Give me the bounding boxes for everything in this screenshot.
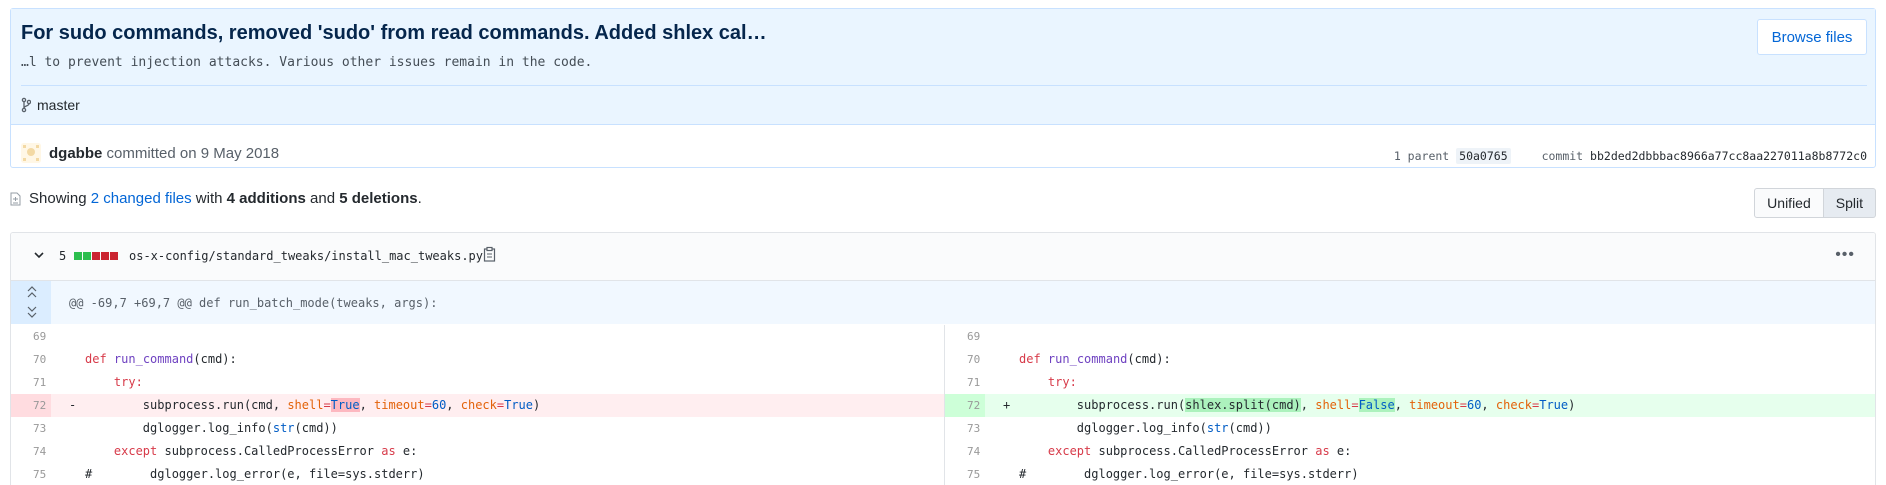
- diff-left-line: 75 # dglogger.log_error(e, file=sys.stde…: [11, 463, 944, 485]
- diff-right-line: 70 def run_command(cmd):: [944, 348, 1875, 371]
- right-line-number[interactable]: 69: [945, 325, 985, 348]
- diff-left-line: 69: [11, 325, 944, 348]
- diff-left-line: 74 except subprocess.CalledProcessError …: [11, 440, 944, 463]
- code-line: try:: [113, 375, 143, 389]
- hunk-header-text: @@ -69,7 +69,7 @@ def run_batch_mode(twe…: [69, 296, 438, 310]
- commit-title: For sudo commands, removed 'sudo' from r…: [21, 22, 767, 44]
- diff-row: 74 except subprocess.CalledProcessError …: [11, 440, 1875, 463]
- right-line-number[interactable]: 72: [945, 394, 985, 417]
- addition-marker: +: [1003, 398, 1011, 412]
- diffstat-added-block: [83, 252, 91, 260]
- left-line-number[interactable]: 73: [11, 417, 51, 440]
- diffstat-deleted-block: [101, 252, 109, 260]
- diff-right-line: 69: [944, 325, 1875, 348]
- expand-up-icon[interactable]: [25, 286, 39, 298]
- diffstat-deleted-block: [92, 252, 100, 260]
- commit-sha: bb2ded2dbbbac8966a77cc8aa227011a8b8772c0: [1590, 149, 1867, 163]
- file-change-count: 5: [59, 249, 67, 263]
- code-line: def run_command(cmd):: [1019, 352, 1171, 366]
- diff-left-line: 70 def run_command(cmd):: [11, 348, 944, 371]
- diffstat: [74, 252, 118, 260]
- code-line: dglogger.log_info(str(cmd)): [142, 421, 338, 435]
- summary-period: .: [417, 190, 422, 207]
- diff-right-line: 71 try:: [944, 371, 1875, 394]
- expand-down-icon[interactable]: [25, 306, 39, 318]
- branch-name[interactable]: master: [37, 97, 80, 113]
- divider: [21, 85, 1867, 86]
- left-line-number[interactable]: 75: [11, 463, 51, 485]
- diff-addition-line: 72 + subprocess.run(shlex.split(cmd), sh…: [944, 394, 1875, 417]
- diff-right-line: 75 # dglogger.log_error(e, file=sys.stde…: [944, 463, 1875, 485]
- file-header: 5 os-x-config/standard_tweaks/install_ma…: [11, 233, 1875, 281]
- code-line: subprocess.run(cmd, shell=True, timeout=…: [142, 398, 541, 412]
- diff-row: 73 dglogger.log_info(str(cmd)) 73 dglogg…: [11, 417, 1875, 440]
- code-line: # dglogger.log_error(e, file=sys.stderr): [1019, 467, 1359, 481]
- commit-sha-info: 1 parent 50a0765 commit bb2ded2dbbbac896…: [1393, 148, 1867, 164]
- changed-files-link[interactable]: 2 changed files: [91, 190, 192, 207]
- code-line: except subprocess.CalledProcessError as …: [113, 444, 418, 458]
- code-line: subprocess.run(shlex.split(cmd), shell=F…: [1076, 398, 1576, 412]
- diff-row: 70 def run_command(cmd): 70 def run_comm…: [11, 348, 1875, 371]
- parent-sha-link[interactable]: 50a0765: [1456, 148, 1511, 164]
- deletion-marker: -: [69, 398, 77, 412]
- diff-row: 71 try: 71 try:: [11, 371, 1875, 394]
- right-line-number[interactable]: 70: [945, 348, 985, 371]
- split-diff-rows: 69 69 70 def run_command(cmd): 70 def ru…: [11, 325, 1875, 485]
- diff-left-line: 71 try:: [11, 371, 944, 394]
- code-line: try:: [1047, 375, 1077, 389]
- diff-right-line: 73 dglogger.log_info(str(cmd)): [944, 417, 1875, 440]
- diffstat-added-block: [74, 252, 82, 260]
- summary-with: with: [195, 190, 223, 207]
- file-path[interactable]: os-x-config/standard_tweaks/install_mac_…: [129, 249, 483, 263]
- commit-description: …l to prevent injection attacks. Various…: [21, 55, 593, 70]
- diff-deletion-line: 72 - subprocess.run(cmd, shell=True, tim…: [11, 394, 944, 417]
- committed-date: committed on 9 May 2018: [106, 145, 280, 162]
- diff-left-line: 73 dglogger.log_info(str(cmd)): [11, 417, 944, 440]
- commit-label: commit: [1541, 149, 1584, 163]
- commit-meta: dgabbe committed on 9 May 2018 1 parent …: [11, 125, 1875, 169]
- left-line-number[interactable]: 70: [11, 348, 51, 371]
- code-line: # dglogger.log_error(e, file=sys.stderr): [85, 467, 425, 481]
- summary-showing: Showing: [29, 190, 87, 207]
- browse-files-button[interactable]: Browse files: [1757, 19, 1867, 55]
- code-line: def run_command(cmd):: [85, 352, 237, 366]
- deletions-count: 5 deletions: [339, 190, 418, 207]
- unified-view-button[interactable]: Unified: [1754, 188, 1824, 218]
- commit-header: For sudo commands, removed 'sudo' from r…: [10, 8, 1876, 168]
- left-line-number[interactable]: 69: [11, 325, 51, 348]
- diff-view-toggle: Unified Split: [1754, 188, 1876, 218]
- avatar[interactable]: [21, 143, 41, 163]
- summary-and: and: [310, 190, 336, 207]
- diff-summary: Showing 2 changed files with 4 additions…: [10, 190, 422, 207]
- split-view-button[interactable]: Split: [1823, 188, 1876, 218]
- additions-count: 4 additions: [226, 190, 306, 207]
- left-line-number[interactable]: 72: [11, 394, 51, 417]
- code-line: except subprocess.CalledProcessError as …: [1047, 444, 1352, 458]
- diff-row-changed: 72 - subprocess.run(cmd, shell=True, tim…: [11, 394, 1875, 417]
- commit-author-line: dgabbe committed on 9 May 2018: [49, 145, 279, 162]
- expand-controls: [11, 281, 51, 324]
- chevron-down-icon[interactable]: [32, 248, 46, 262]
- hunk-header: @@ -69,7 +69,7 @@ def run_batch_mode(twe…: [11, 281, 1875, 324]
- right-line-number[interactable]: 75: [945, 463, 985, 485]
- code-line: dglogger.log_info(str(cmd)): [1076, 421, 1272, 435]
- diff-row: 75 # dglogger.log_error(e, file=sys.stde…: [11, 463, 1875, 485]
- clipboard-icon[interactable]: [483, 246, 497, 262]
- parent-label: 1 parent: [1393, 149, 1450, 163]
- left-line-number[interactable]: 71: [11, 371, 51, 394]
- file-diff-icon: [10, 192, 21, 205]
- diffstat-deleted-block: [110, 252, 118, 260]
- file-diff: 5 os-x-config/standard_tweaks/install_ma…: [10, 232, 1876, 485]
- right-line-number[interactable]: 71: [945, 371, 985, 394]
- left-line-number[interactable]: 74: [11, 440, 51, 463]
- kebab-menu-icon[interactable]: •••: [1835, 246, 1855, 264]
- commit-summary: For sudo commands, removed 'sudo' from r…: [11, 9, 1875, 125]
- diff-right-line: 74 except subprocess.CalledProcessError …: [944, 440, 1875, 463]
- branch-icon: [21, 97, 31, 113]
- right-line-number[interactable]: 74: [945, 440, 985, 463]
- author-link[interactable]: dgabbe: [49, 145, 102, 162]
- branch-indicator: master: [21, 97, 80, 113]
- right-line-number[interactable]: 73: [945, 417, 985, 440]
- diff-row: 69 69: [11, 325, 1875, 348]
